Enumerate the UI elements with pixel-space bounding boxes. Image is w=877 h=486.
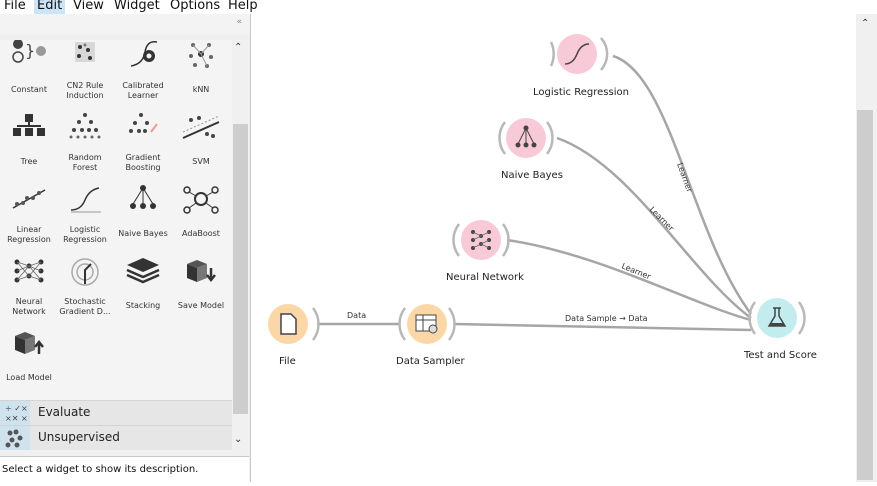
workflow-svg: Learner Learner Learner Data Data Sample… <box>268 34 806 344</box>
widget-panel-scroll-thumb[interactable] <box>233 124 248 414</box>
naive-bayes-icon <box>130 185 156 209</box>
collapse-panel-icon[interactable]: « <box>236 17 242 27</box>
stacking-icon <box>126 258 160 284</box>
widget-label: SVM <box>192 157 210 166</box>
widget-panel: « } Constant CN2 Rule Induction Calibrat… <box>0 14 250 483</box>
save-model-icon <box>187 260 216 283</box>
widget-label: Gradient <box>125 153 161 162</box>
widget-label: Boosting <box>125 163 161 172</box>
widget-label: CN2 Rule <box>66 81 104 90</box>
menu-options[interactable]: Options <box>167 0 223 14</box>
node-label-test-and-score: Test and Score <box>744 350 817 361</box>
linear-regression-icon <box>12 189 46 209</box>
menu-view[interactable]: View <box>70 0 107 14</box>
category-label: Unsupervised <box>38 430 120 444</box>
link-label-learner-1: Learner <box>675 162 694 194</box>
widget-label: Save Model <box>177 301 225 310</box>
node-label-logistic-regression: Logistic Regression <box>533 87 629 98</box>
stochastic-gradient-icon <box>71 258 99 286</box>
category-unsupervised[interactable]: Unsupervised <box>0 425 232 450</box>
canvas-scroll-up-icon[interactable]: ⌃ <box>861 18 869 29</box>
menu-edit[interactable]: Edit <box>34 0 66 14</box>
node-label-neural-network: Neural Network <box>446 272 524 283</box>
node-label-naive-bayes: Naive Bayes <box>501 170 563 181</box>
random-forest-icon <box>69 113 101 139</box>
node-naive-bayes[interactable] <box>498 118 554 158</box>
widget-label: Linear <box>16 225 42 234</box>
widget-description-box: Select a widget to show its description. <box>0 456 249 483</box>
knn-icon <box>189 43 213 68</box>
svg-text:}: } <box>25 41 35 60</box>
link-label-learner-2: Learner <box>648 205 676 233</box>
file-node-icon <box>280 313 297 335</box>
widget-label: Neural <box>15 297 43 306</box>
node-label-file: File <box>279 356 296 367</box>
adaboost-icon <box>183 186 219 214</box>
node-label-data-sampler: Data Sampler <box>396 356 465 367</box>
node-neural-network[interactable] <box>452 220 510 260</box>
menu-widget[interactable]: Widget <box>111 0 163 14</box>
widget-label: Logistic <box>69 225 101 234</box>
tree-icon <box>13 114 45 136</box>
widget-label: Calibrated <box>122 81 164 90</box>
scroll-down-icon[interactable]: ⌄ <box>234 434 242 445</box>
link-label-data-sample: Data Sample → Data <box>565 314 648 323</box>
calibrated-learner-icon <box>130 40 158 67</box>
menu-bar: File Edit View Widget Options Help <box>0 0 877 14</box>
node-test-and-score[interactable] <box>748 298 806 338</box>
load-model-icon <box>15 332 44 354</box>
neural-network-icon <box>14 259 44 283</box>
menu-file[interactable]: File <box>1 0 29 14</box>
widget-label: Stacking <box>125 301 161 310</box>
panel-header: « <box>0 14 250 34</box>
widget-label: Forest <box>72 163 98 172</box>
svm-icon <box>182 115 220 139</box>
widget-label: AdaBoost <box>182 229 220 238</box>
widget-label: Load Model <box>6 373 52 382</box>
link-sampler-to-test <box>454 322 752 332</box>
svg-text:÷ ✓×: ÷ ✓× <box>5 404 28 413</box>
svg-text:×✕ ×: ×✕ × <box>5 414 28 423</box>
widget-label: Regression <box>7 235 51 244</box>
widget-label: Induction <box>66 91 104 100</box>
widget-label: Gradient D... <box>59 307 111 316</box>
widget-label: Naive Bayes <box>118 229 168 238</box>
unsupervised-category-icon <box>0 426 30 450</box>
canvas-scroll-thumb[interactable] <box>857 110 873 480</box>
link-neural-to-test <box>506 238 752 322</box>
menu-help[interactable]: Help <box>225 0 261 14</box>
node-data-sampler[interactable] <box>398 304 456 344</box>
evaluate-category-icon: ÷ ✓× ×✕ × <box>0 401 30 425</box>
data-sampler-node-icon <box>415 314 438 334</box>
widget-label: Learner <box>127 91 159 100</box>
link-label-data: Data <box>347 311 366 320</box>
constant-icon: } <box>12 40 46 63</box>
gradient-boosting-icon <box>129 113 158 133</box>
widget-label: Random <box>68 153 102 162</box>
widget-label: Tree <box>20 157 38 166</box>
widget-label: Constant <box>11 85 47 94</box>
logistic-regression-icon <box>70 187 101 213</box>
link-naive-to-test <box>556 136 752 320</box>
node-file[interactable] <box>268 304 320 344</box>
cn2-rule-icon <box>75 42 95 62</box>
scroll-up-icon[interactable]: ⌃ <box>234 42 242 53</box>
workflow-canvas[interactable]: Learner Learner Learner Data Data Sample… <box>250 14 857 482</box>
description-text: Select a widget to show its description. <box>2 464 199 475</box>
category-evaluate[interactable]: ÷ ✓× ×✕ × Evaluate <box>0 400 232 425</box>
widget-label: kNN <box>192 85 210 94</box>
widget-label: Network <box>12 307 46 316</box>
widget-label: Regression <box>63 235 107 244</box>
widget-label: Stochastic <box>64 297 106 306</box>
node-logistic-regression[interactable] <box>549 34 609 74</box>
widget-grid: } Constant CN2 Rule Induction Calibrated… <box>0 40 232 414</box>
category-label: Evaluate <box>38 405 91 419</box>
